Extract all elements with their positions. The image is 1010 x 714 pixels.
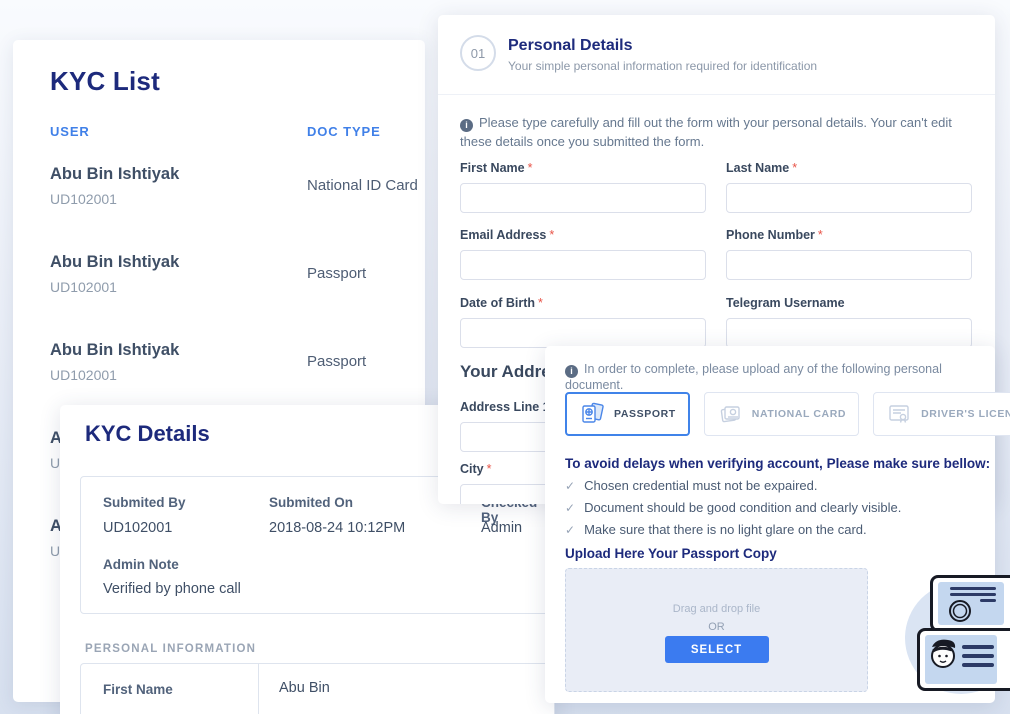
personal-details-header: 01 Personal Details Your simple personal…	[438, 15, 995, 95]
admin-note-value: Verified by phone call	[103, 581, 241, 597]
form-note-text: Please type carefully and fill out the f…	[460, 115, 952, 149]
required-asterisk: *	[792, 161, 797, 175]
check-icon: ✓	[565, 523, 575, 537]
required-asterisk: *	[528, 161, 533, 175]
national-card-icon	[717, 402, 743, 426]
kyc-list-row[interactable]: Abu Bin Ishtiyak UD102001 Passport	[50, 340, 425, 406]
check-icon: ✓	[565, 501, 575, 515]
phone-group: Phone Number*	[726, 228, 972, 280]
dropzone-hint: Drag and drop file	[566, 603, 867, 615]
upload-note: iIn order to complete, please upload any…	[565, 362, 995, 392]
dropzone-or: OR	[566, 621, 867, 633]
drivers-license-icon	[886, 402, 912, 426]
form-note: iPlease type carefully and fill out the …	[460, 113, 976, 151]
document-type-options: PASSPORT NATIONAL CARD DRIVER'S	[565, 392, 1010, 436]
user-name: Abu Bin Ishtiyak	[50, 253, 179, 272]
column-header-user: USER	[50, 124, 90, 139]
required-asterisk: *	[818, 228, 823, 242]
phone-field[interactable]	[726, 250, 972, 280]
info-icon: i	[565, 365, 578, 378]
user-name: Abu Bin Ishtiyak	[50, 165, 179, 184]
submitted-by-label: Submited By	[103, 495, 186, 510]
last-name-label: Last Name*	[726, 161, 972, 175]
check-icon: ✓	[565, 479, 575, 493]
upload-note-text: In order to complete, please upload any …	[565, 362, 942, 392]
id-card-graphic	[933, 578, 1010, 629]
kyc-details-title: KYC Details	[85, 421, 210, 447]
submitted-on-label: Submited On	[269, 495, 353, 510]
email-field[interactable]	[460, 250, 706, 280]
first-name-label: First Name*	[460, 161, 706, 175]
telegram-group: Telegram Username	[726, 296, 972, 348]
personal-information-section-header: PERSONAL INFORMATION	[85, 643, 256, 655]
info-row-value: Abu Bin	[279, 680, 330, 696]
checked-by-value: Admin	[481, 520, 522, 536]
first-name-group: First Name*	[460, 161, 706, 213]
telegram-field[interactable]	[726, 318, 972, 348]
verify-warning-title: To avoid delays when verifying account, …	[565, 456, 990, 471]
kyc-list-row[interactable]: Abu Bin Ishtiyak UD102001 Passport	[50, 252, 425, 318]
id-card-photo-graphic	[920, 631, 1010, 688]
phone-label: Phone Number*	[726, 228, 972, 242]
id-card-illustration-top	[930, 575, 1010, 632]
user-name: Abu Bin Ishtiyak	[50, 341, 179, 360]
admin-note-label: Admin Note	[103, 557, 179, 572]
email-group: Email Address*	[460, 228, 706, 280]
kyc-list-row[interactable]: Abu Bin Ishtiyak UD102001 National ID Ca…	[50, 164, 425, 230]
column-header-doc-type: DOC TYPE	[307, 124, 381, 139]
checklist-item: ✓Document should be good condition and c…	[565, 500, 901, 515]
doc-option-passport[interactable]: PASSPORT	[565, 392, 690, 436]
checklist-item: ✓Make sure that there is no light glare …	[565, 522, 867, 537]
select-file-button[interactable]: SELECT	[665, 636, 769, 663]
id-card-illustration-bottom	[917, 628, 1010, 691]
kyc-list-title: KYC List	[50, 66, 160, 97]
personal-details-title: Personal Details	[508, 37, 633, 55]
submitted-by-value: UD102001	[103, 520, 172, 536]
user-id: UD102001	[50, 191, 117, 207]
doc-option-label: NATIONAL CARD	[752, 408, 846, 420]
user-id: UD102001	[50, 279, 117, 295]
file-dropzone[interactable]: Drag and drop file OR SELECT	[565, 568, 868, 692]
doc-option-drivers-license[interactable]: DRIVER'S LICENSE	[873, 392, 1010, 436]
user-id: UD102001	[50, 367, 117, 383]
submitted-on-value: 2018-08-24 10:12PM	[269, 520, 405, 536]
info-row-label-cell: First Name	[81, 664, 259, 714]
personal-details-subtitle: Your simple personal information require…	[508, 59, 817, 73]
email-label: Email Address*	[460, 228, 706, 242]
doc-option-national-card[interactable]: NATIONAL CARD	[704, 392, 859, 436]
last-name-field[interactable]	[726, 183, 972, 213]
required-asterisk: *	[487, 462, 492, 476]
doc-option-label: PASSPORT	[614, 408, 676, 420]
dob-group: Date of Birth*	[460, 296, 706, 348]
upload-heading: Upload Here Your Passport Copy	[565, 546, 777, 561]
info-icon: i	[460, 119, 473, 132]
checklist-item: ✓Chosen credential must not be expaired.	[565, 478, 817, 493]
passport-icon	[579, 402, 605, 426]
step-number-badge: 01	[460, 35, 496, 71]
personal-information-table: First Name Abu Bin	[80, 663, 555, 714]
first-name-field[interactable]	[460, 183, 706, 213]
dob-label: Date of Birth*	[460, 296, 706, 310]
dob-field[interactable]	[460, 318, 706, 348]
telegram-label: Telegram Username	[726, 296, 972, 310]
doc-type-value: Passport	[307, 265, 366, 282]
doc-type-value: National ID Card	[307, 177, 418, 194]
doc-option-label: DRIVER'S LICENSE	[921, 408, 1010, 420]
required-asterisk: *	[538, 296, 543, 310]
required-asterisk: *	[549, 228, 554, 242]
kyc-dashboard-composite: KYC List USER DOC TYPE Abu Bin Ishtiyak …	[0, 0, 1010, 714]
info-row-label: First Name	[103, 682, 173, 697]
last-name-group: Last Name*	[726, 161, 972, 213]
doc-type-value: Passport	[307, 353, 366, 370]
